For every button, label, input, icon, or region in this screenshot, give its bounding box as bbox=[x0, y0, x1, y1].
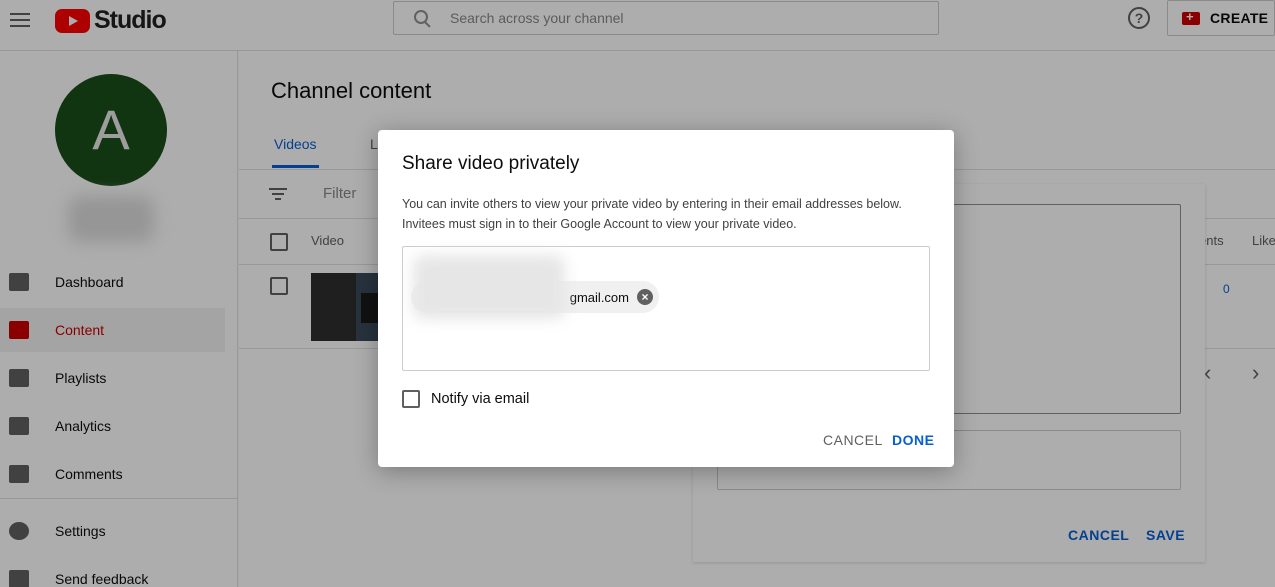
dialog-description: You can invite others to view your priva… bbox=[402, 197, 902, 231]
notify-row[interactable]: Notify via email bbox=[402, 390, 529, 408]
email-redacted bbox=[413, 255, 565, 319]
done-button[interactable]: DONE bbox=[892, 432, 934, 448]
cancel-button[interactable]: CANCEL bbox=[823, 432, 883, 448]
dialog-title: Share video privately bbox=[402, 153, 580, 174]
notify-label[interactable]: Notify via email bbox=[431, 391, 529, 407]
email-chip-text: gmail.com bbox=[569, 289, 629, 305]
notify-checkbox[interactable] bbox=[402, 390, 420, 408]
close-icon[interactable]: × bbox=[637, 289, 653, 305]
share-privately-dialog: Share video privately You can invite oth… bbox=[378, 130, 954, 467]
email-input[interactable]: gmail.com × bbox=[402, 246, 930, 371]
